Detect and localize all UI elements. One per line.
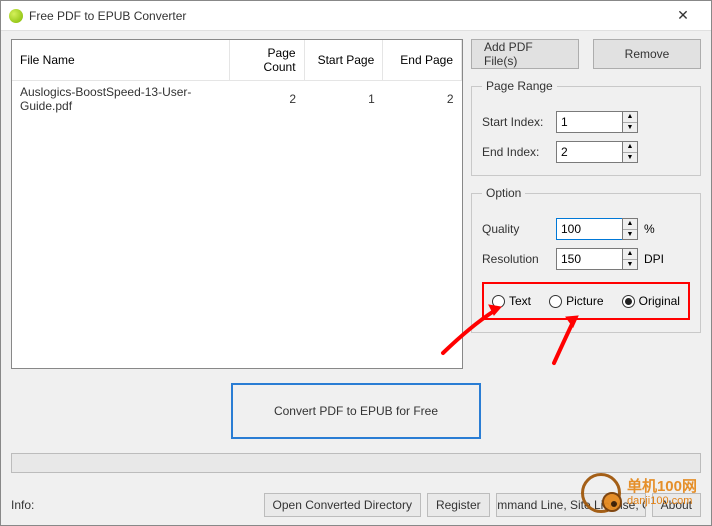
page-range-legend: Page Range: [482, 79, 557, 93]
spinner-down-icon[interactable]: ▼: [623, 123, 637, 133]
resolution-label: Resolution: [482, 252, 556, 266]
radio-text[interactable]: Text: [492, 294, 531, 308]
spinner-up-icon[interactable]: ▲: [623, 219, 637, 230]
radio-picture-label: Picture: [566, 294, 603, 308]
start-index-label: Start Index:: [482, 115, 556, 129]
spinner-down-icon[interactable]: ▼: [623, 230, 637, 240]
end-index-label: End Index:: [482, 145, 556, 159]
file-table: File Name Page Count Start Page End Page…: [12, 40, 462, 117]
progress-bar: [11, 453, 701, 473]
radio-icon: [622, 295, 635, 308]
quality-label: Quality: [482, 222, 556, 236]
end-index-input[interactable]: [556, 141, 622, 163]
cell-end-page: 2: [383, 81, 462, 118]
option-legend: Option: [482, 186, 525, 200]
cell-start-page: 1: [304, 81, 383, 118]
resolution-input[interactable]: [556, 248, 622, 270]
convert-button[interactable]: Convert PDF to EPUB for Free: [231, 383, 481, 439]
radio-icon: [492, 295, 505, 308]
app-icon: [9, 9, 23, 23]
option-group: Option Quality ▲▼ % Resolution ▲▼ DPI: [471, 186, 701, 333]
col-page-count[interactable]: Page Count: [230, 40, 305, 81]
resolution-unit: DPI: [644, 252, 664, 266]
radio-original-label: Original: [639, 294, 680, 308]
page-range-group: Page Range Start Index: ▲▼ End Index: ▲▼: [471, 79, 701, 176]
cell-page-count: 2: [230, 81, 305, 118]
cell-file-name: Auslogics-BoostSpeed-13-User-Guide.pdf: [12, 81, 230, 118]
col-file-name[interactable]: File Name: [12, 40, 230, 81]
col-start-page[interactable]: Start Page: [304, 40, 383, 81]
about-button[interactable]: About: [652, 493, 701, 517]
command-line-button[interactable]: Command Line, Site License, OK: [496, 493, 646, 517]
quality-input[interactable]: [556, 218, 622, 240]
spinner-down-icon[interactable]: ▼: [623, 260, 637, 270]
close-button[interactable]: ✕: [663, 7, 703, 24]
file-list-pane: File Name Page Count Start Page End Page…: [11, 39, 463, 369]
resolution-spinner[interactable]: ▲▼: [556, 248, 638, 270]
radio-text-label: Text: [509, 294, 531, 308]
spinner-up-icon[interactable]: ▲: [623, 142, 637, 153]
remove-button[interactable]: Remove: [593, 39, 701, 69]
info-label: Info:: [11, 498, 34, 512]
start-index-spinner[interactable]: ▲▼: [556, 111, 638, 133]
quality-unit: %: [644, 222, 655, 236]
spinner-up-icon[interactable]: ▲: [623, 249, 637, 260]
add-pdf-button[interactable]: Add PDF File(s): [471, 39, 579, 69]
spinner-up-icon[interactable]: ▲: [623, 112, 637, 123]
end-index-spinner[interactable]: ▲▼: [556, 141, 638, 163]
register-button[interactable]: Register: [427, 493, 490, 517]
output-type-radios: Text Picture Original: [482, 282, 690, 320]
radio-picture[interactable]: Picture: [549, 294, 603, 308]
quality-spinner[interactable]: ▲▼: [556, 218, 638, 240]
spinner-down-icon[interactable]: ▼: [623, 153, 637, 163]
radio-original[interactable]: Original: [622, 294, 680, 308]
radio-icon: [549, 295, 562, 308]
start-index-input[interactable]: [556, 111, 622, 133]
col-end-page[interactable]: End Page: [383, 40, 462, 81]
table-row[interactable]: Auslogics-BoostSpeed-13-User-Guide.pdf 2…: [12, 81, 462, 118]
open-directory-button[interactable]: Open Converted Directory: [264, 493, 421, 517]
window-title: Free PDF to EPUB Converter: [29, 9, 663, 23]
title-bar: Free PDF to EPUB Converter ✕: [1, 1, 711, 31]
